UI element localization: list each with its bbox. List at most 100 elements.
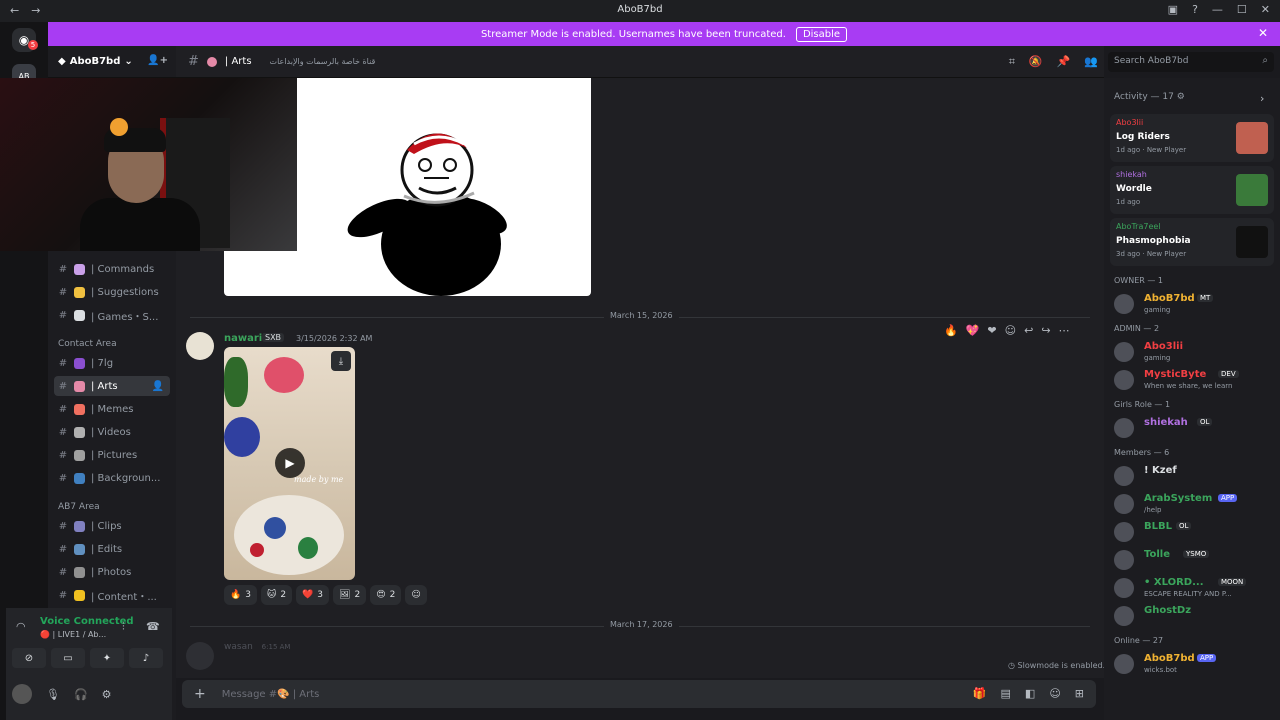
member-item[interactable]: Abo3lii gaming bbox=[1114, 340, 1274, 364]
reaction-pill[interactable]: 😍 2 bbox=[370, 585, 402, 605]
invite-icon[interactable]: 👤 bbox=[152, 381, 164, 392]
emoji-icon[interactable]: ☺ bbox=[1049, 687, 1060, 700]
channel-item[interactable]: # | Clips bbox=[54, 516, 170, 536]
help-icon[interactable]: ? bbox=[1192, 3, 1198, 16]
reaction-pill[interactable]: 🖼 2 bbox=[333, 585, 367, 605]
activity-card[interactable]: shiekah Wordle 1d ago bbox=[1110, 166, 1274, 214]
sticker-icon[interactable]: ◧ bbox=[1025, 687, 1035, 700]
maximize-button[interactable]: ☐ bbox=[1237, 3, 1247, 16]
painted-leaves bbox=[224, 357, 248, 407]
chevron-right-icon[interactable]: › bbox=[1260, 92, 1264, 105]
red-heart-reaction-icon[interactable]: ❤ bbox=[987, 324, 996, 337]
activity-title: Activity — 17 bbox=[1114, 92, 1174, 102]
video-attachment[interactable]: made by me ▶ ⤓ bbox=[224, 347, 355, 580]
member-item[interactable]: BLBL OL bbox=[1114, 520, 1274, 544]
gift-icon[interactable]: 🎁 bbox=[973, 687, 987, 700]
message-composer[interactable]: + Message #🎨 | Arts 🎁 ▤ ◧ ☺ ⊞ bbox=[182, 680, 1096, 708]
member-item[interactable]: shiekah OL bbox=[1114, 416, 1274, 440]
soundboard-button[interactable]: ♪ bbox=[129, 648, 163, 668]
category-ab7-area[interactable]: AB7 Area bbox=[58, 502, 100, 512]
avatar[interactable] bbox=[186, 642, 214, 670]
activities-button[interactable]: ✦ bbox=[90, 648, 124, 668]
activity-meta: 1d ago bbox=[1116, 198, 1141, 206]
channel-topic[interactable]: قناة خاصة بالرسمات والإبداعات bbox=[270, 57, 376, 66]
avatar bbox=[1114, 466, 1134, 486]
add-attachment-icon[interactable]: + bbox=[194, 686, 206, 702]
avatar[interactable] bbox=[186, 332, 214, 360]
more-options-icon[interactable]: ⋯ bbox=[1059, 324, 1070, 337]
channel-item[interactable]: # | Content・... bbox=[54, 585, 170, 605]
noise-suppression-icon[interactable]: ⫶ bbox=[122, 620, 125, 634]
channel-item[interactable]: # | Pictures bbox=[54, 445, 170, 465]
close-banner-icon[interactable]: ✕ bbox=[1258, 26, 1268, 40]
channel-item[interactable]: # | Edits bbox=[54, 539, 170, 559]
channel-emoji-icon bbox=[74, 403, 85, 415]
close-window-button[interactable]: ✕ bbox=[1261, 3, 1270, 16]
disconnect-icon[interactable]: ☎ bbox=[146, 620, 160, 633]
mic-icon[interactable]: 🎙 bbox=[46, 688, 60, 701]
fire-reaction-icon[interactable]: 🔥 bbox=[944, 324, 958, 337]
notification-bell-icon[interactable]: 🔕 bbox=[1029, 55, 1043, 69]
member-item[interactable]: GhostDz bbox=[1114, 604, 1274, 628]
channel-item[interactable]: # | Videos bbox=[54, 422, 170, 442]
next-message-time: 6:15 AM bbox=[261, 643, 291, 651]
forward-icon[interactable]: ↪ bbox=[1041, 324, 1050, 337]
category-contact-area[interactable]: Contact Area bbox=[58, 339, 117, 349]
gear-icon[interactable]: ⚙ bbox=[1177, 92, 1185, 102]
invite-people-icon[interactable]: 👤+ bbox=[147, 55, 168, 66]
server-header[interactable]: ◆ AboB7bd ⌄ 👤+ bbox=[48, 46, 176, 78]
channel-name: | Arts bbox=[224, 56, 252, 67]
voice-channel[interactable]: 🔴 | LIVE1 / Ab... bbox=[40, 630, 106, 639]
member-item[interactable]: AboB7bd MT gaming bbox=[1114, 292, 1274, 316]
camera-button[interactable]: ⊘ bbox=[12, 648, 46, 668]
reaction-pill[interactable]: ❤️ 3 bbox=[296, 585, 330, 605]
download-icon[interactable]: ⤓ bbox=[331, 351, 351, 371]
channel-item[interactable]: # | Commands bbox=[54, 259, 170, 279]
threads-icon[interactable]: ⌗ bbox=[1009, 55, 1015, 69]
screen-share-button[interactable]: ▭ bbox=[51, 648, 85, 668]
apps-icon[interactable]: ⊞ bbox=[1075, 687, 1084, 700]
member-item[interactable]: AboB7bd APP wicks.bot bbox=[1114, 652, 1274, 676]
disable-button[interactable]: Disable bbox=[795, 26, 848, 42]
hash-icon: # bbox=[58, 263, 68, 275]
avatar[interactable] bbox=[12, 684, 32, 704]
pin-icon[interactable]: 📌 bbox=[1057, 55, 1071, 69]
heart-reaction-icon[interactable]: 💖 bbox=[966, 324, 980, 337]
play-icon[interactable]: ▶ bbox=[275, 448, 305, 478]
slowmode-text: Slowmode is enabled. bbox=[1017, 661, 1106, 670]
channel-item[interactable]: # | Photos bbox=[54, 562, 170, 582]
add-reaction-icon[interactable]: ☺ bbox=[405, 585, 427, 605]
channel-item[interactable]: # | 7lg bbox=[54, 353, 170, 373]
reaction-pill[interactable]: 🔥 3 bbox=[224, 585, 257, 605]
inbox-icon[interactable]: ▣ bbox=[1168, 3, 1178, 16]
channel-item[interactable]: # | Suggestions bbox=[54, 282, 170, 302]
paint-blob bbox=[264, 517, 286, 539]
member-item[interactable]: ArabSystem APP/help bbox=[1114, 492, 1274, 516]
member-item[interactable]: Tolle YSMO bbox=[1114, 548, 1274, 572]
member-list-icon[interactable]: 👥 bbox=[1084, 55, 1098, 69]
activity-card[interactable]: AboTra7eel Phasmophobia 3d ago · New Playe… bbox=[1110, 218, 1274, 266]
activity-card[interactable]: Abo3lii Log Riders 1d ago · New Player bbox=[1110, 114, 1274, 162]
next-author-name[interactable]: wasan bbox=[224, 642, 253, 652]
headphones-icon[interactable]: 🎧 bbox=[74, 688, 88, 701]
activity-user: shiekah bbox=[1116, 170, 1147, 179]
search-input[interactable]: Search AboB7bd ⌕ bbox=[1108, 52, 1274, 72]
member-item[interactable]: ! Kzef bbox=[1114, 464, 1274, 488]
message-input[interactable]: Message #🎨 | Arts bbox=[222, 689, 320, 700]
activity-meta: 1d ago · New Player bbox=[1116, 146, 1187, 154]
settings-gear-icon[interactable]: ⚙ bbox=[102, 688, 112, 701]
voice-panel: ◠ Voice Connected 🔴 | LIVE1 / Ab... ⫶ ☎ … bbox=[6, 608, 172, 720]
message-author[interactable]: nawarii bbox=[224, 333, 266, 344]
channel-item[interactable]: # | Games・S... bbox=[54, 305, 170, 325]
member-item[interactable]: MysticByte DEV When we share, we learn bbox=[1114, 368, 1274, 392]
member-item[interactable]: • XLORD... MOON ESCAPE REALITY AND P... bbox=[1114, 576, 1274, 600]
channel-item[interactable]: # | Memes bbox=[54, 399, 170, 419]
activity-header[interactable]: Activity — 17 ⚙ bbox=[1114, 92, 1185, 102]
reply-icon[interactable]: ↩ bbox=[1024, 324, 1033, 337]
minimize-button[interactable]: — bbox=[1212, 3, 1223, 16]
channel-item[interactable]: # | Arts 👤 bbox=[54, 376, 170, 396]
add-reaction-icon[interactable]: ☺ bbox=[1005, 324, 1016, 337]
channel-item[interactable]: # | Backgroun... bbox=[54, 468, 170, 488]
reaction-pill[interactable]: 🐱 2 bbox=[260, 585, 293, 605]
gif-icon[interactable]: ▤ bbox=[1001, 687, 1011, 700]
